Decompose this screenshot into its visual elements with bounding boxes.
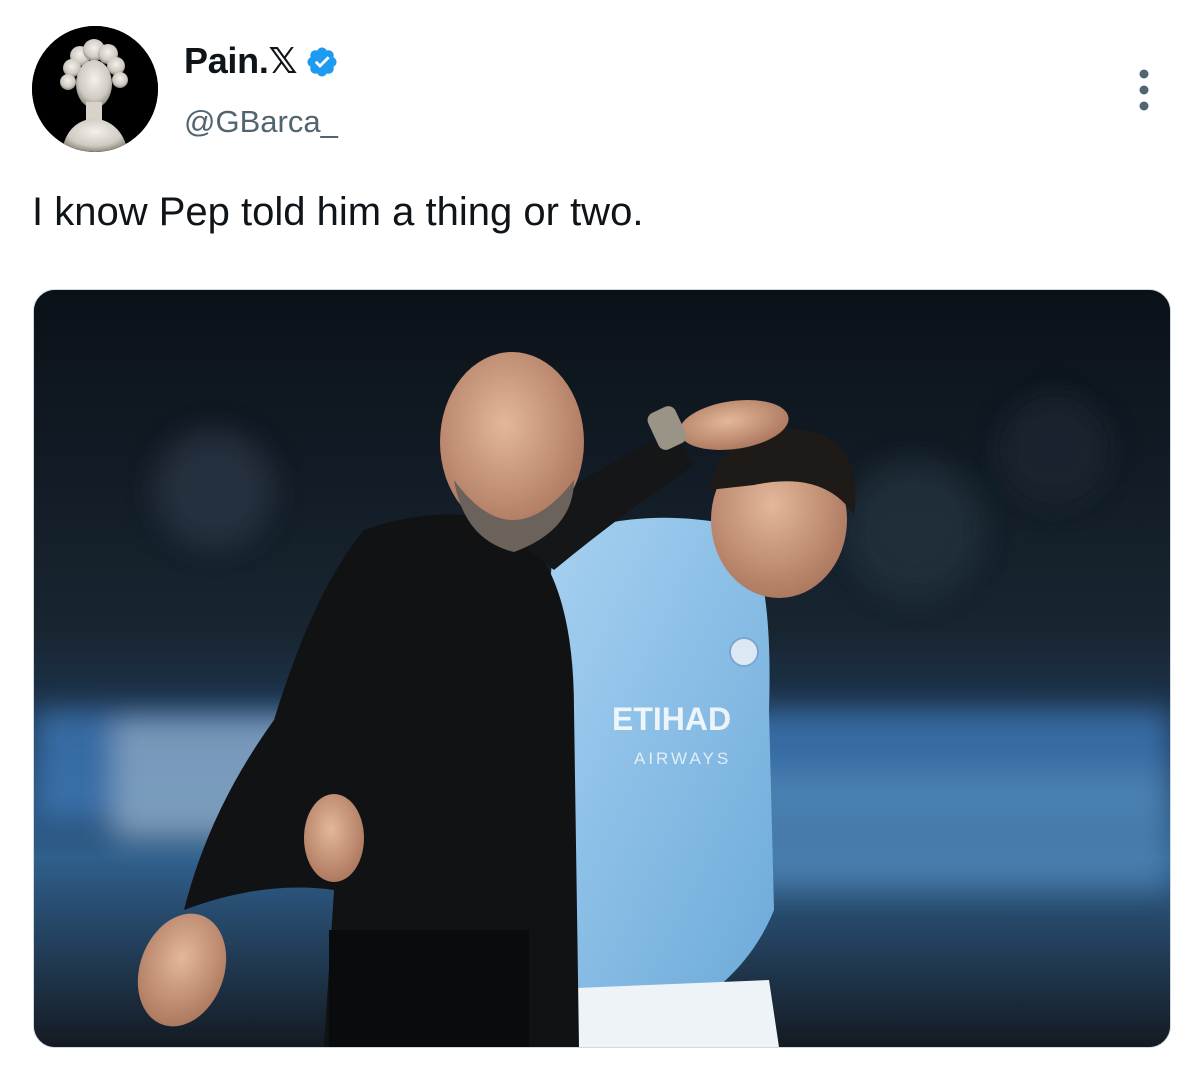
avatar[interactable] xyxy=(32,26,158,152)
tweet-photo[interactable]: ETIHAD AIRWAYS xyxy=(33,289,1171,1048)
more-vertical-icon[interactable] xyxy=(1130,66,1158,114)
jersey-sponsor-line1: ETIHAD xyxy=(612,701,731,737)
verified-badge-icon xyxy=(305,45,339,79)
jersey-sponsor-line2: AIRWAYS xyxy=(634,749,731,768)
author-name-row: Pain.𝕏 xyxy=(184,40,339,82)
display-name[interactable]: Pain.𝕏 xyxy=(184,40,298,82)
photo-illustration: ETIHAD AIRWAYS xyxy=(34,290,1170,1047)
tweet-text: I know Pep told him a thing or two. xyxy=(32,190,644,234)
marble-bust-icon xyxy=(32,26,158,152)
club-crest-icon xyxy=(729,637,759,667)
author-handle[interactable]: @GBarca_ xyxy=(184,104,338,140)
tweet-card: Pain.𝕏 @GBarca_ I know Pep told him a th… xyxy=(0,0,1200,1088)
